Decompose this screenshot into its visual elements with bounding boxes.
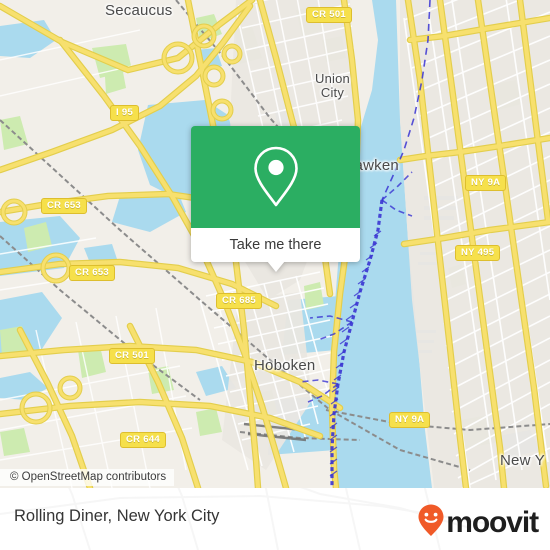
shield-cr-501-top: CR 501 (306, 7, 353, 23)
popup-image-area (191, 126, 360, 228)
page-title: Rolling Diner, New York City (14, 507, 220, 525)
shield-cr-653-upper: CR 653 (41, 198, 88, 214)
map-label-union-city-line1: Union (315, 71, 350, 86)
shield-cr-653-lower: CR 653 (69, 265, 116, 281)
shield-cr-501-mid: CR 501 (109, 348, 156, 364)
bottom-info-bar: Rolling Diner, New York City moovit (0, 488, 550, 550)
shield-ny-495: NY 495 (455, 245, 501, 261)
osm-attribution[interactable]: © OpenStreetMap contributors (0, 469, 175, 486)
moovit-smiley-pin-icon (417, 503, 445, 542)
take-me-there-label: Take me there (229, 237, 322, 253)
moovit-wordmark: moovit (446, 505, 539, 539)
take-me-there-button[interactable]: Take me there (191, 228, 360, 262)
shield-cr-685: CR 685 (216, 293, 263, 309)
popup-pointer-tail (267, 261, 285, 272)
location-popup-card[interactable]: Take me there (191, 126, 360, 272)
map-label-secaucus: Secaucus (105, 2, 173, 19)
map-label-new-york: New Y (500, 452, 545, 469)
shield-i-95: I 95 (110, 105, 140, 121)
shield-ny-9a-lower: NY 9A (389, 412, 431, 428)
moovit-logo[interactable]: moovit (417, 503, 539, 542)
shield-ny-9a-upper: NY 9A (465, 175, 507, 191)
map-label-union-city: Union City (315, 72, 350, 100)
moovit-map-screen: Secaucus Union City hawken Hoboken New Y… (0, 0, 550, 550)
map-pin-icon (249, 144, 303, 210)
shield-cr-644: CR 644 (120, 432, 167, 448)
map-label-hoboken: Hoboken (254, 357, 316, 374)
map-label-union-city-line2: City (320, 85, 345, 100)
